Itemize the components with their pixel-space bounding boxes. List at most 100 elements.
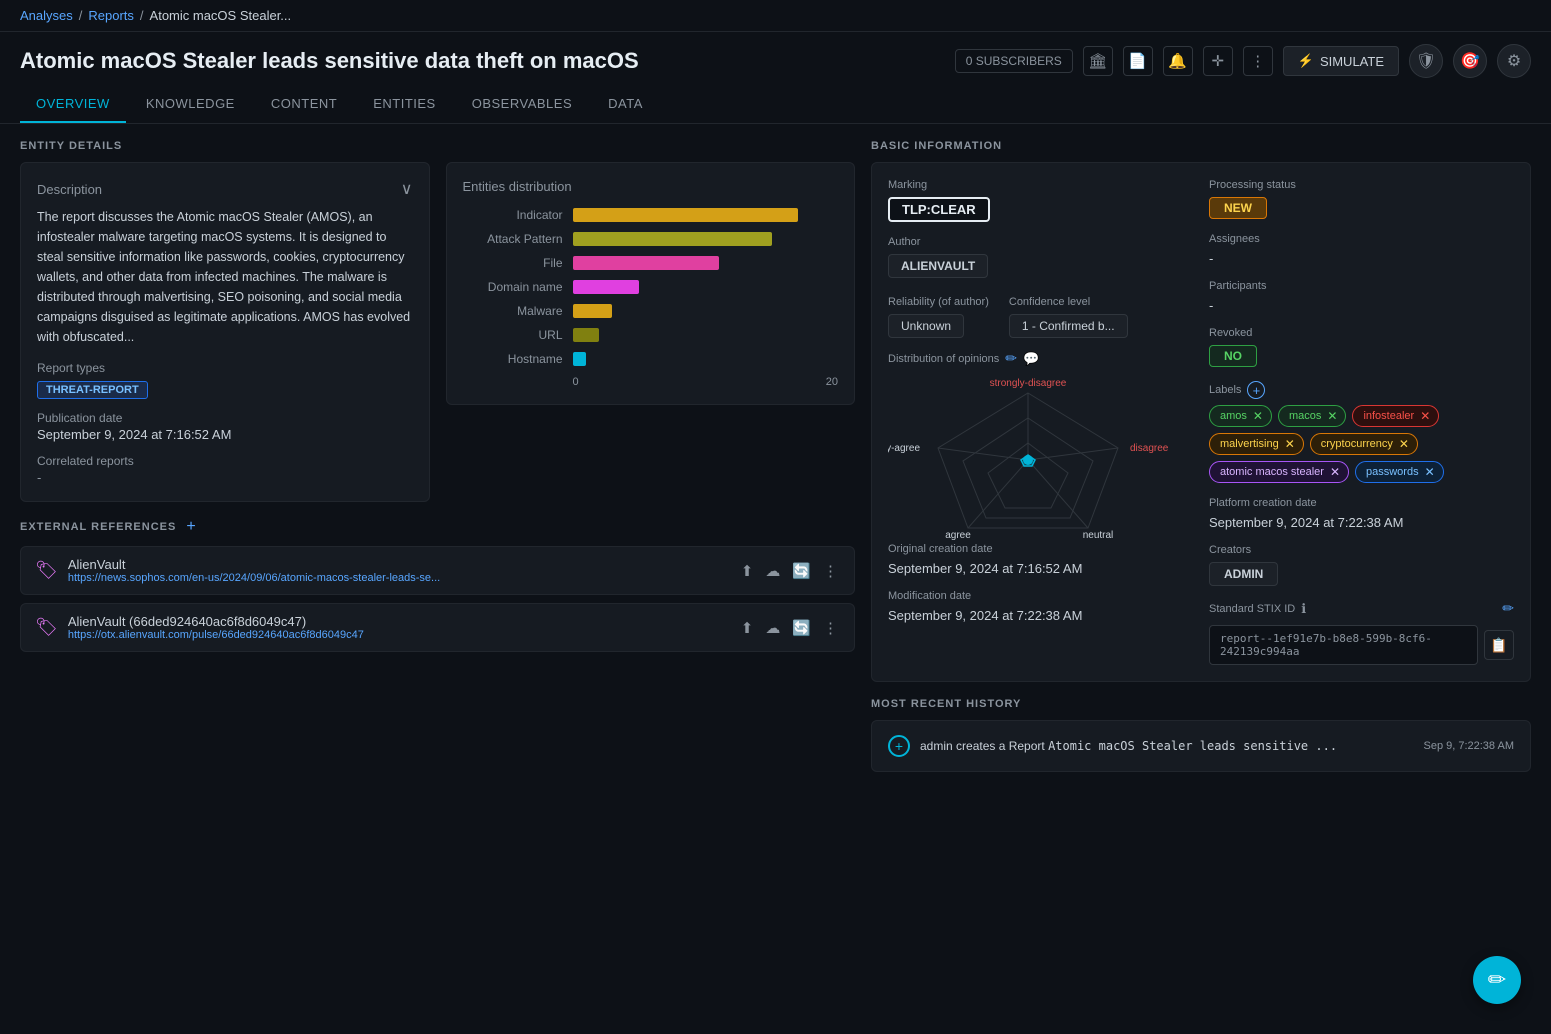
revoked-value-wrap: NO	[1209, 345, 1514, 367]
dist-label: Domain name	[463, 280, 563, 294]
doo-edit-icon[interactable]: ✏	[1005, 350, 1017, 367]
label-chip[interactable]: cryptocurrency✕	[1310, 433, 1418, 455]
tab-data[interactable]: DATA	[592, 86, 659, 123]
description-header: Description ∨	[37, 179, 413, 199]
basic-left: Marking TLP:CLEAR Author ALIENVAULT Reli…	[888, 179, 1193, 665]
dist-bar-container	[573, 208, 839, 222]
ref-url[interactable]: https://otx.alienvault.com/pulse/66ded92…	[68, 629, 729, 641]
distribution-of-opinions-section: Distribution of opinions ✏ 💬	[888, 350, 1193, 543]
ref-tag-icon: 🏷	[35, 617, 58, 638]
stix-edit-icon[interactable]: ✏	[1502, 600, 1514, 617]
ref-cloud2-btn[interactable]: 🔄	[790, 560, 813, 582]
gauge-icon-btn[interactable]: 🎯	[1453, 44, 1487, 78]
label-chip[interactable]: passwords✕	[1355, 461, 1444, 483]
tab-entities[interactable]: ENTITIES	[357, 86, 452, 123]
platform-creation-label: Platform creation date	[1209, 497, 1514, 509]
label-chip[interactable]: atomic macos stealer✕	[1209, 461, 1349, 483]
left-panel: ENTITY DETAILS Description ∨ The report …	[20, 140, 855, 772]
ref-cloud2-btn[interactable]: 🔄	[790, 617, 813, 639]
history-section: MOST RECENT HISTORY + admin creates a Re…	[871, 698, 1531, 772]
dist-bar	[573, 352, 586, 366]
dist-bar	[573, 280, 639, 294]
dist-label: Hostname	[463, 352, 563, 366]
tabs-row: OVERVIEW KNOWLEDGE CONTENT ENTITIES OBSE…	[0, 86, 1551, 124]
svg-text:neutral: neutral	[1083, 530, 1114, 541]
creators-label: Creators	[1209, 544, 1514, 556]
ext-ref-items: 🏷 AlienVault https://news.sophos.com/en-…	[20, 546, 855, 652]
creators-value: ADMIN	[1209, 562, 1278, 586]
ref-cloud-btn[interactable]: ☁	[763, 617, 782, 639]
svg-text:strongly-disagree: strongly-disagree	[990, 378, 1067, 389]
stix-row: report--1ef91e7b-b8e8-599b-8cf6-242139c9…	[1209, 625, 1514, 665]
revoked-label: Revoked	[1209, 327, 1514, 339]
tab-overview[interactable]: OVERVIEW	[20, 86, 126, 123]
dist-label: Indicator	[463, 208, 563, 222]
remove-label-icon[interactable]: ✕	[1425, 465, 1435, 479]
doo-label: Distribution of opinions	[888, 353, 999, 365]
settings-icon-btn[interactable]: ⚙	[1497, 44, 1531, 78]
dist-row: Hostname	[463, 352, 839, 366]
tab-content[interactable]: CONTENT	[255, 86, 353, 123]
confidence-col: Confidence level 1 - Confirmed b...	[1009, 296, 1128, 338]
share-icon-btn[interactable]: 🏛	[1083, 46, 1113, 76]
label-chip[interactable]: macos✕	[1278, 405, 1346, 427]
page-title: Atomic macOS Stealer leads sensitive dat…	[20, 48, 639, 74]
bell-icon-btn[interactable]: 🔔	[1163, 46, 1193, 76]
reliability-label: Reliability (of author)	[888, 296, 989, 308]
remove-label-icon[interactable]: ✕	[1327, 409, 1337, 423]
copy-stix-button[interactable]: 📋	[1484, 630, 1514, 660]
axis-end: 20	[826, 376, 838, 388]
add-ref-button[interactable]: +	[184, 518, 197, 536]
remove-label-icon[interactable]: ✕	[1420, 409, 1430, 423]
fab-edit-button[interactable]: ✏	[1473, 956, 1521, 1004]
expand-icon-btn[interactable]: ✛	[1203, 46, 1233, 76]
ref-upload-btn[interactable]: ⬆	[739, 617, 756, 639]
ref-actions: ⬆ ☁ 🔄 ⋮	[739, 560, 840, 582]
dist-bar	[573, 232, 772, 246]
label-chip[interactable]: malvertising✕	[1209, 433, 1304, 455]
dist-bar-container	[573, 328, 839, 342]
remove-label-icon[interactable]: ✕	[1330, 465, 1340, 479]
simulate-button[interactable]: ⚡ SIMULATE	[1283, 46, 1399, 76]
entity-dist-title: Entities distribution	[463, 179, 839, 194]
description-collapse-icon[interactable]: ∨	[401, 179, 413, 199]
ref-name: AlienVault (66ded924640ac6f8d6049c47)	[68, 614, 729, 629]
creators-value-wrap: ADMIN	[1209, 562, 1514, 586]
export-icon-btn[interactable]: 📄	[1123, 46, 1153, 76]
platform-creation-section: Platform creation date September 9, 2024…	[1209, 497, 1514, 530]
breadcrumb-analyses[interactable]: Analyses	[20, 8, 73, 23]
ref-upload-btn[interactable]: ⬆	[739, 560, 756, 582]
remove-label-icon[interactable]: ✕	[1285, 437, 1295, 451]
basic-info-inner: Marking TLP:CLEAR Author ALIENVAULT Reli…	[888, 179, 1514, 665]
dist-label: Attack Pattern	[463, 232, 563, 246]
label-chip[interactable]: infostealer✕	[1352, 405, 1439, 427]
tab-knowledge[interactable]: KNOWLEDGE	[130, 86, 251, 123]
more-icon-btn[interactable]: ⋮	[1243, 46, 1273, 76]
remove-label-icon[interactable]: ✕	[1399, 437, 1409, 451]
svg-text:agree: agree	[945, 530, 971, 541]
add-label-button[interactable]: +	[1247, 381, 1265, 399]
dist-bar-container	[573, 352, 839, 366]
right-panel: BASIC INFORMATION Marking TLP:CLEAR Auth…	[871, 140, 1531, 772]
ref-url[interactable]: https://news.sophos.com/en-us/2024/09/06…	[68, 572, 729, 584]
participants-label: Participants	[1209, 280, 1514, 292]
breadcrumb-reports[interactable]: Reports	[88, 8, 134, 23]
label-chip[interactable]: amos✕	[1209, 405, 1272, 427]
labels-label: Labels	[1209, 384, 1241, 396]
proc-status-label: Processing status	[1209, 179, 1514, 191]
entity-right: Entities distribution Indicator Attack P…	[446, 162, 856, 502]
remove-label-icon[interactable]: ✕	[1253, 409, 1263, 423]
shield-icon-btn[interactable]: 🛡	[1409, 44, 1443, 78]
dist-rows: Indicator Attack Pattern File Domain nam…	[463, 208, 839, 366]
tab-observables[interactable]: OBSERVABLES	[456, 86, 588, 123]
ref-more-btn[interactable]: ⋮	[821, 617, 840, 639]
dist-row: Malware	[463, 304, 839, 318]
ref-cloud-btn[interactable]: ☁	[763, 560, 782, 582]
ref-more-btn[interactable]: ⋮	[821, 560, 840, 582]
entity-dist-card: Entities distribution Indicator Attack P…	[446, 162, 856, 405]
axis-start: 0	[573, 376, 579, 388]
history-text-mono: Atomic macOS Stealer leads sensitive ...	[1048, 739, 1337, 753]
svg-text:strongly-agree: strongly-agree	[888, 443, 920, 454]
basic-info-card: Marking TLP:CLEAR Author ALIENVAULT Reli…	[871, 162, 1531, 682]
basic-info-header: BASIC INFORMATION	[871, 140, 1531, 152]
